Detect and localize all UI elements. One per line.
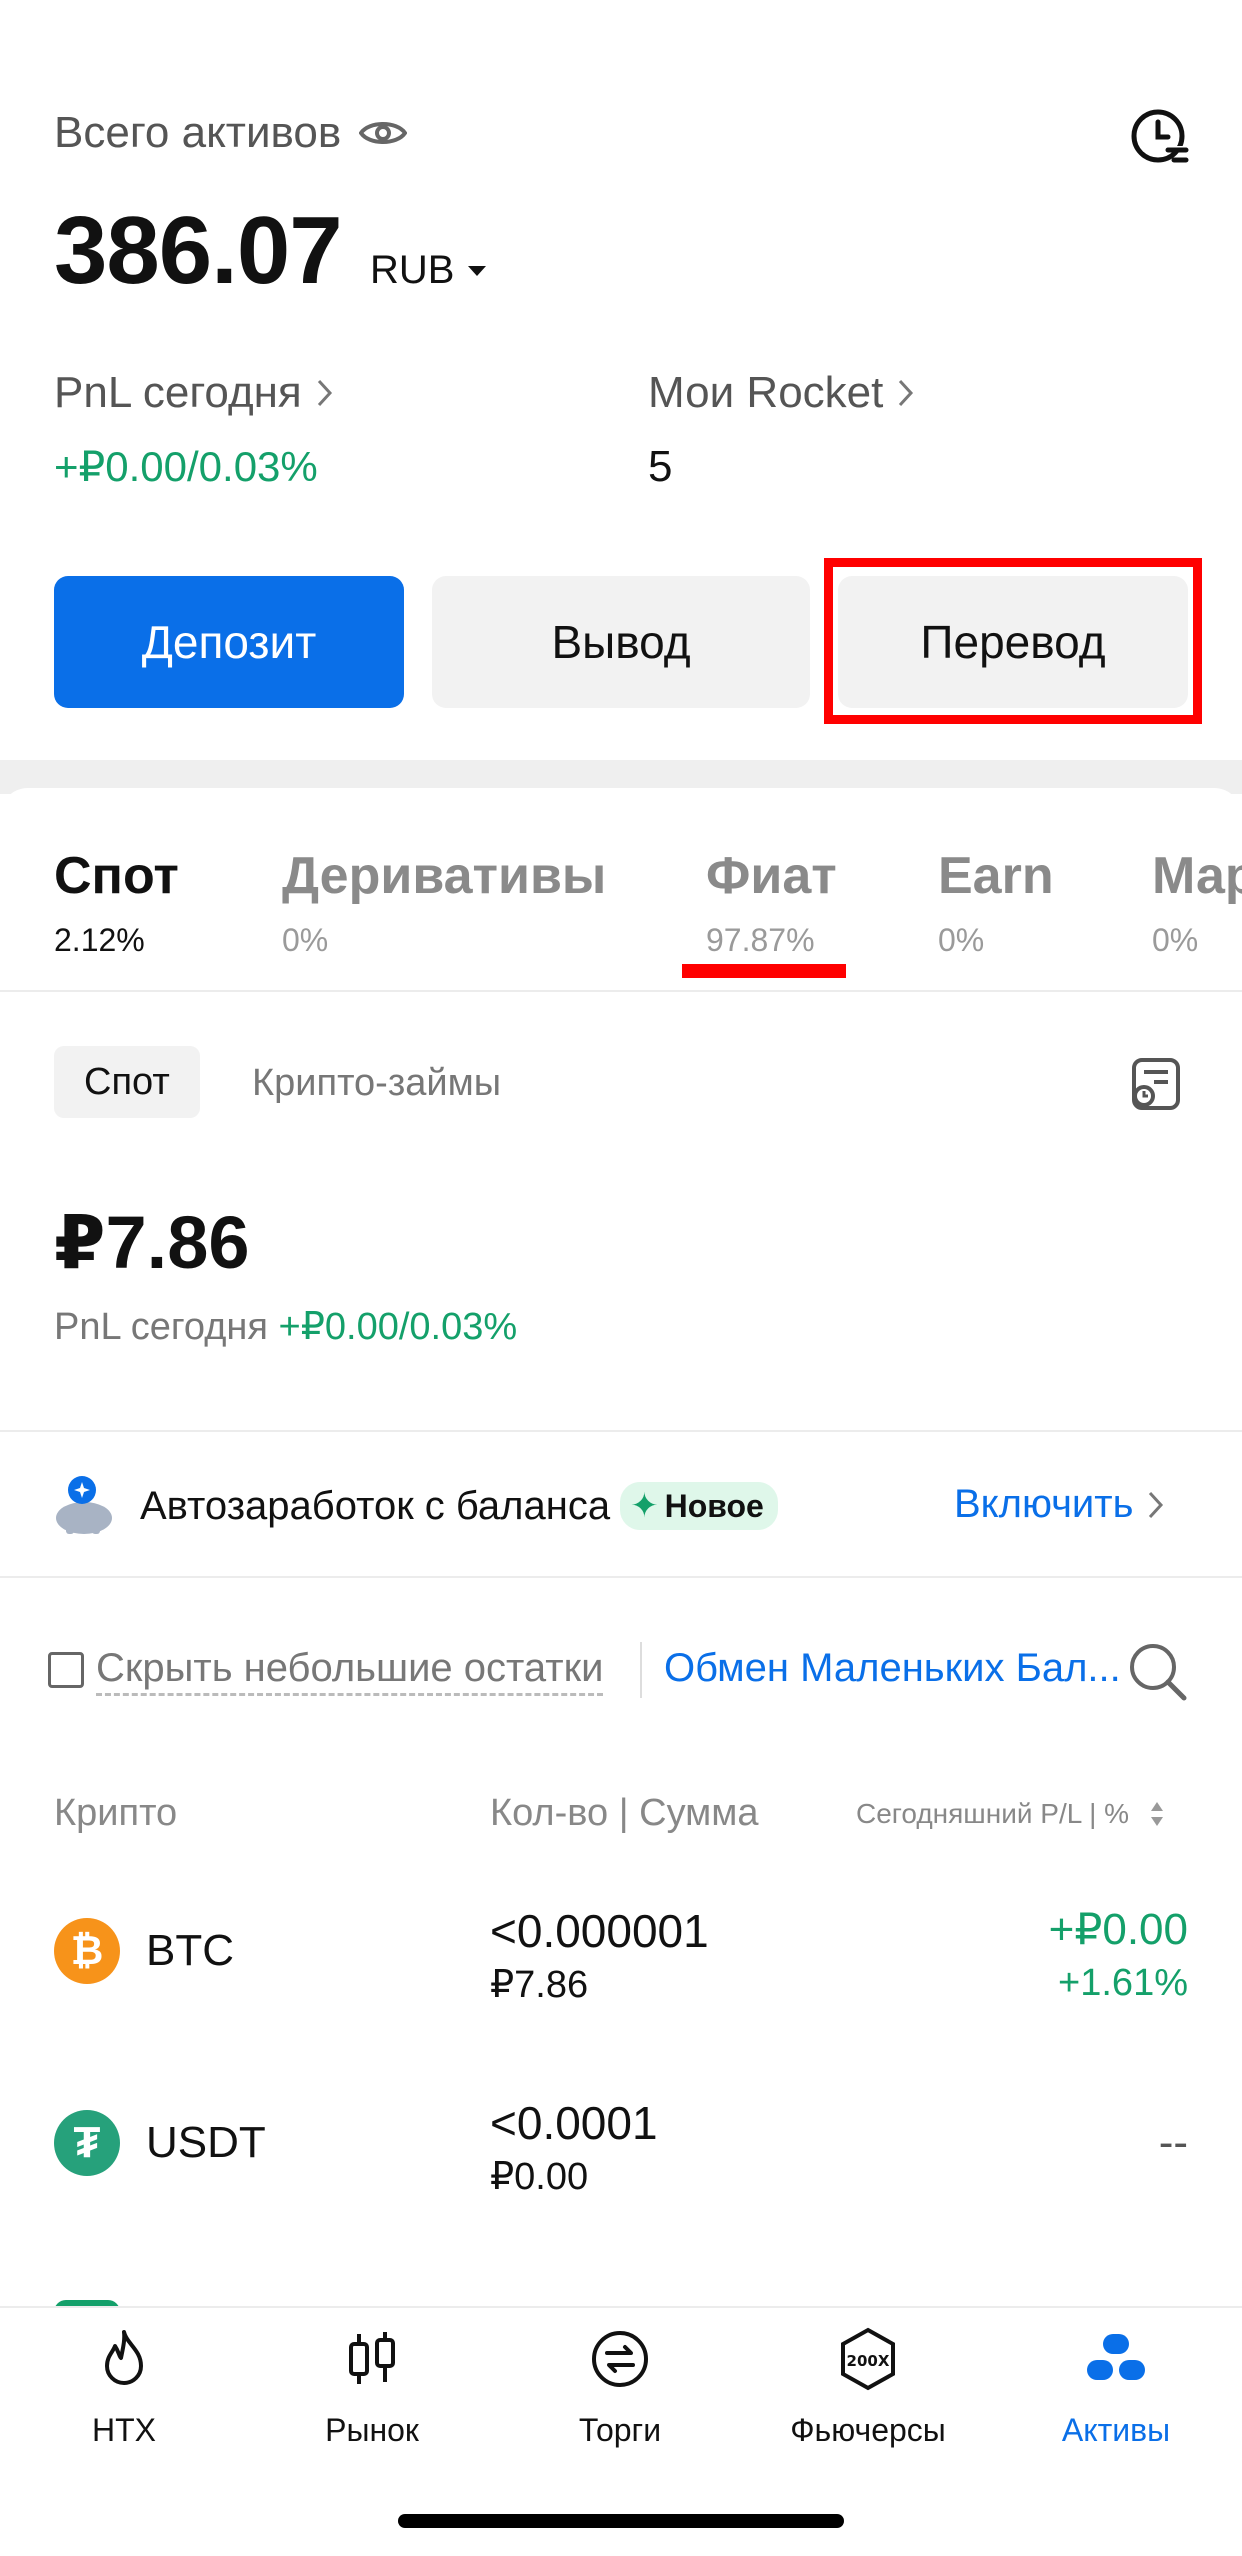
coin-amount: ₽7.86	[490, 1964, 589, 2006]
tab-derivatives[interactable]: Деривативы 0%	[282, 846, 606, 959]
search-icon[interactable]	[1126, 1640, 1188, 1702]
currency-selector[interactable]: RUB	[370, 248, 488, 293]
candlestick-icon	[349, 2332, 395, 2384]
hide-small-balances-label[interactable]: Скрыть небольшие остатки	[96, 1646, 604, 1696]
sparkle-icon: ✦	[630, 1487, 659, 1525]
coin-pl-pct: +1.61%	[1058, 1962, 1188, 2004]
exchange-small-balances-link[interactable]: Обмен Маленьких Бал...	[664, 1646, 1121, 1691]
pnl-today-link[interactable]: PnL сегодня	[54, 368, 334, 418]
filter-separator	[640, 1642, 642, 1698]
piggy-bank-icon	[56, 1476, 112, 1534]
swap-icon	[592, 2331, 648, 2387]
flame-icon	[105, 2330, 143, 2385]
btc-icon: ₿	[54, 1918, 120, 1984]
chevron-right-icon	[899, 379, 914, 407]
tab-highlight-underline	[682, 964, 846, 978]
tab-spot[interactable]: Спот 2.12%	[54, 846, 179, 959]
subtab-crypto-loans[interactable]: Крипто-займы	[252, 1062, 501, 1105]
nav-htx[interactable]: HTX	[24, 2326, 224, 2449]
new-badge: ✦ Новое	[620, 1482, 778, 1530]
tab-earn[interactable]: Earn 0%	[938, 846, 1054, 959]
chevron-right-icon	[317, 379, 332, 407]
nav-assets[interactable]: Активы	[1016, 2326, 1216, 2449]
bills-history-icon[interactable]	[1128, 1056, 1184, 1112]
tab-margin[interactable]: Мар 0%	[1152, 846, 1242, 959]
my-rocket-link[interactable]: Мои Rocket	[648, 368, 915, 418]
earn-divider-bottom	[0, 1576, 1242, 1578]
deposit-button[interactable]: Депозит	[54, 576, 404, 708]
coin-name: BTC	[146, 1926, 234, 1975]
enable-auto-earn-link[interactable]: Включить	[954, 1482, 1165, 1527]
transfer-highlight-box	[824, 558, 1202, 724]
eye-icon[interactable]	[359, 117, 408, 149]
tabs-divider	[0, 990, 1242, 992]
withdraw-button[interactable]: Вывод	[432, 576, 810, 708]
chevron-right-icon	[1149, 1491, 1164, 1518]
coin-amount: ₽0.00	[490, 2156, 589, 2198]
pnl-today-value: +₽0.00/0.03%	[54, 443, 318, 490]
nav-trade[interactable]: Торги	[520, 2326, 720, 2449]
column-today-pl[interactable]: Сегодняшний P/L | %	[856, 1798, 1165, 1830]
coin-pl: +₽0.00	[1048, 1905, 1188, 1954]
caret-down-icon	[468, 265, 487, 276]
usdt-icon: ₮	[54, 2110, 120, 2176]
svg-text:200X: 200X	[847, 2352, 890, 2370]
futures-200x-icon: 200X	[841, 2327, 895, 2391]
coin-qty: <0.0001	[490, 2097, 658, 2149]
nav-futures[interactable]: 200X Фьючерсы	[768, 2326, 968, 2449]
assets-icon	[1087, 2334, 1145, 2380]
total-assets-value: 386.07	[54, 197, 343, 304]
auto-earn-text: Автозаработок с баланса ✦ Новое	[140, 1482, 778, 1530]
coin-pl: --	[1158, 2118, 1188, 2167]
total-assets-label: Всего активов	[54, 108, 408, 158]
sort-icon	[1151, 1802, 1164, 1826]
subtab-spot[interactable]: Спот	[54, 1046, 200, 1118]
my-rocket-value: 5	[648, 442, 673, 491]
history-clock-icon[interactable]	[1128, 106, 1192, 170]
home-indicator[interactable]	[398, 2514, 844, 2528]
column-crypto: Крипто	[54, 1792, 178, 1834]
spot-pnl: PnL сегодня +₽0.00/0.03%	[54, 1306, 518, 1348]
nav-market[interactable]: Рынок	[272, 2326, 472, 2449]
column-qty-amount: Кол-во | Сумма	[490, 1792, 759, 1834]
hide-small-balances-checkbox[interactable]	[48, 1652, 84, 1688]
coin-name: USDT	[146, 2118, 266, 2167]
tab-fiat[interactable]: Фиат 97.87%	[706, 846, 837, 959]
spot-balance: ₽7.86	[54, 1201, 250, 1284]
coin-qty: <0.000001	[490, 1905, 709, 1957]
